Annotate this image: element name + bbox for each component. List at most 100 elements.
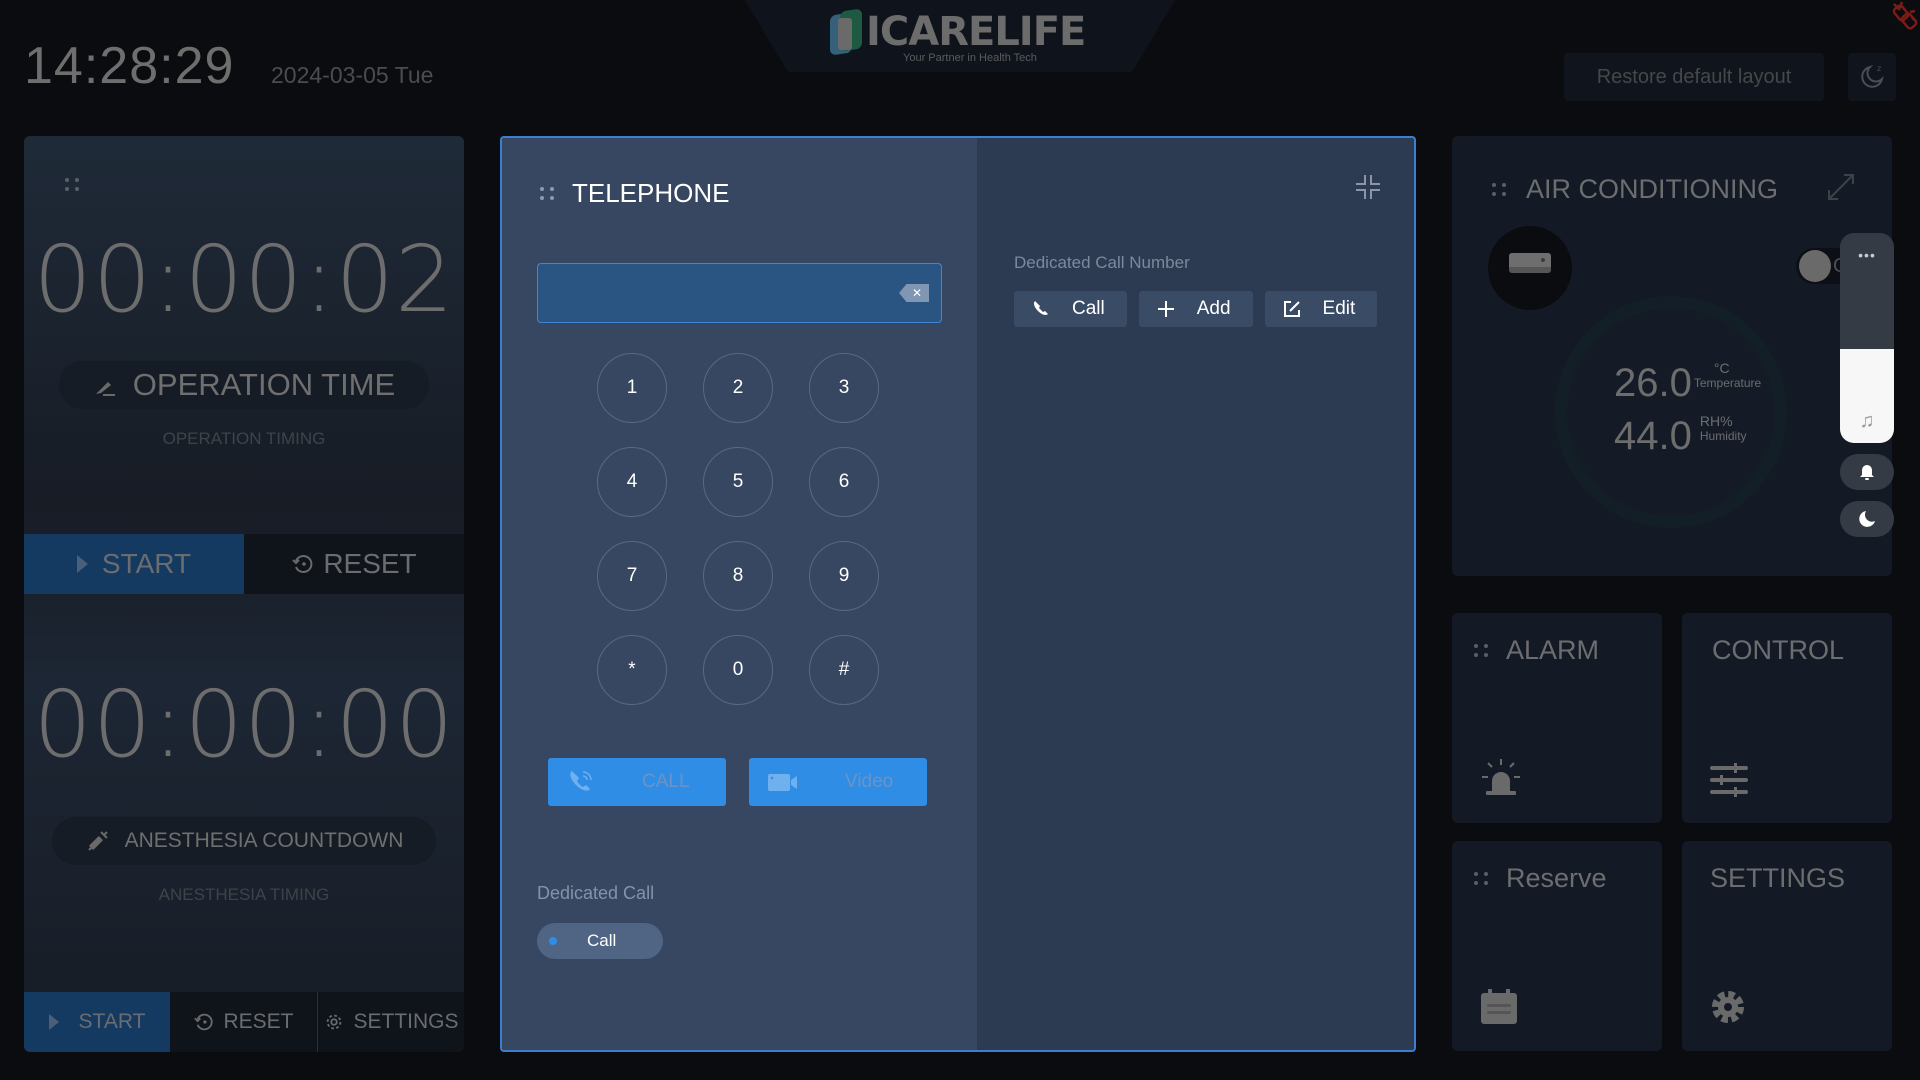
reserve-tile[interactable]: Reserve [1452,841,1662,1051]
key-0[interactable]: 0 [703,635,773,705]
video-button[interactable]: Video [749,758,927,806]
operation-start-button[interactable]: START [24,534,244,594]
ac-unit-icon[interactable] [1488,226,1572,310]
phone-ringing-icon [570,771,592,791]
key-6[interactable]: 6 [809,447,879,517]
gear-icon [1712,991,1744,1023]
drag-handle-icon[interactable] [1474,872,1488,885]
reset-icon [292,555,313,573]
logo-tagline: Your Partner in Health Tech [903,52,1037,64]
settings-header: SETTINGS [1710,863,1845,894]
more-options-icon[interactable]: ••• [1840,247,1894,263]
moon-icon [1859,511,1875,527]
quick-controls: ••• ♫ [1840,233,1894,537]
night-mode-button[interactable] [1840,501,1894,537]
dedicated-call-button[interactable]: Call [1014,291,1127,327]
volume-slider[interactable]: ••• ♫ [1840,233,1894,443]
bell-icon [1860,465,1874,480]
telephone-title: TELEPHONE [572,178,730,208]
operation-time-pill[interactable]: OPERATION TIME [59,361,429,409]
backspace-icon[interactable]: ✕ [899,284,929,302]
disconnected-link-icon[interactable] [1888,0,1920,32]
call-button[interactable]: CALL [548,758,726,806]
drag-handle-icon[interactable] [1474,644,1488,657]
temperature-unit: °C [1713,360,1730,376]
ac-header: AIR CONDITIONING [1492,174,1778,205]
collapse-icon[interactable] [1354,173,1382,201]
current-time: 14:28:29 [24,37,235,95]
key-1[interactable]: 1 [597,353,667,423]
key-star[interactable]: * [597,635,667,705]
key-8[interactable]: 8 [703,541,773,611]
control-tile[interactable]: CONTROL [1682,613,1892,823]
dedicated-call-chip[interactable]: Call [537,923,663,959]
expand-icon[interactable] [1827,173,1855,201]
anesthesia-settings-label: SETTINGS [353,1010,459,1033]
logo-mark-icon [830,8,866,56]
sleep-mode-button[interactable]: z [1848,53,1896,101]
restore-layout-button[interactable]: Restore default layout [1564,53,1824,101]
humidity-label: Humidity [1699,429,1747,443]
settings-tile[interactable]: SETTINGS [1682,841,1892,1051]
phone-icon [1034,301,1048,315]
play-icon [48,1014,59,1030]
edit-number-button[interactable]: Edit [1264,291,1378,327]
anesthesia-settings-button[interactable]: SETTINGS [317,992,464,1052]
dedicated-number-label: Dedicated Call Number [1014,253,1190,272]
ac-gauge-ring [1555,296,1787,528]
key-2[interactable]: 2 [703,353,773,423]
scalpel-icon [95,382,115,396]
alarm-siren-icon [1482,759,1520,795]
video-camera-icon [768,774,797,791]
alarm-tile[interactable]: ALARM [1452,613,1662,823]
drag-handle-icon[interactable] [1492,183,1506,196]
calendar-icon [1481,989,1517,1024]
key-3[interactable]: 3 [809,353,879,423]
key-7[interactable]: 7 [597,541,667,611]
dialer-section: TELEPHONE ✕ 1 2 3 4 5 6 7 8 9 * 0 # CALL… [502,138,977,1050]
play-icon [76,555,88,573]
key-4[interactable]: 4 [597,447,667,517]
key-5[interactable]: 5 [703,447,773,517]
keypad: 1 2 3 4 5 6 7 8 9 * 0 # [597,353,879,705]
alarm-header: ALARM [1474,635,1599,666]
operation-controls: START RESET [24,534,464,594]
air-conditioning-panel: AIR CONDITIONING Off 26.0 °CTemperature … [1452,136,1892,576]
control-header: CONTROL [1712,635,1844,666]
operation-timer-display: 00:00:02 [33,226,455,333]
dedicated-call-label: Dedicated Call [537,883,655,903]
operation-reset-button[interactable]: RESET [244,534,464,594]
bell-button[interactable] [1840,454,1894,490]
operation-reset-label: RESET [323,548,417,579]
moon-sleep-icon: z [1861,64,1884,88]
operation-time-label: OPERATION TIME [132,367,396,402]
reset-icon [194,1013,214,1031]
brand-logo: ICARELIFE [830,8,1086,56]
anesthesia-start-button[interactable]: START [24,992,170,1052]
key-hash[interactable]: # [809,635,879,705]
humidity-value: 44.0 [1614,414,1692,458]
key-9[interactable]: 9 [809,541,879,611]
anesthesia-reset-button[interactable]: RESET [170,992,317,1052]
current-date: 2024-03-05 Tue [271,62,434,88]
add-number-button[interactable]: Add [1138,291,1253,327]
drag-handle-icon[interactable] [65,178,79,191]
add-number-label: Add [1196,298,1231,319]
operation-start-label: START [101,548,192,579]
anesthesia-countdown-label: ANESTHESIA COUNTDOWN [124,829,404,852]
telephone-header: TELEPHONE [540,178,730,209]
sliders-icon [1710,763,1748,797]
plus-icon [1157,301,1174,317]
edit-number-label: Edit [1322,298,1356,319]
settings-title: SETTINGS [1710,863,1846,893]
anesthesia-controls: START RESET SETTINGS [24,992,464,1052]
anesthesia-countdown-pill[interactable]: ANESTHESIA COUNTDOWN [52,817,436,865]
temperature-reading: 26.0 °C Temperature [1614,361,1761,406]
video-button-label: Video [845,771,894,792]
telephone-panel: TELEPHONE ✕ 1 2 3 4 5 6 7 8 9 * 0 # CALL… [500,136,1416,1052]
humidity-reading: 44.0 RH% Humidity [1614,414,1747,459]
drag-handle-icon[interactable] [540,187,554,200]
anesthesia-reset-label: RESET [223,1010,294,1033]
dial-number-input[interactable]: ✕ [537,263,942,323]
status-dot [549,937,557,945]
